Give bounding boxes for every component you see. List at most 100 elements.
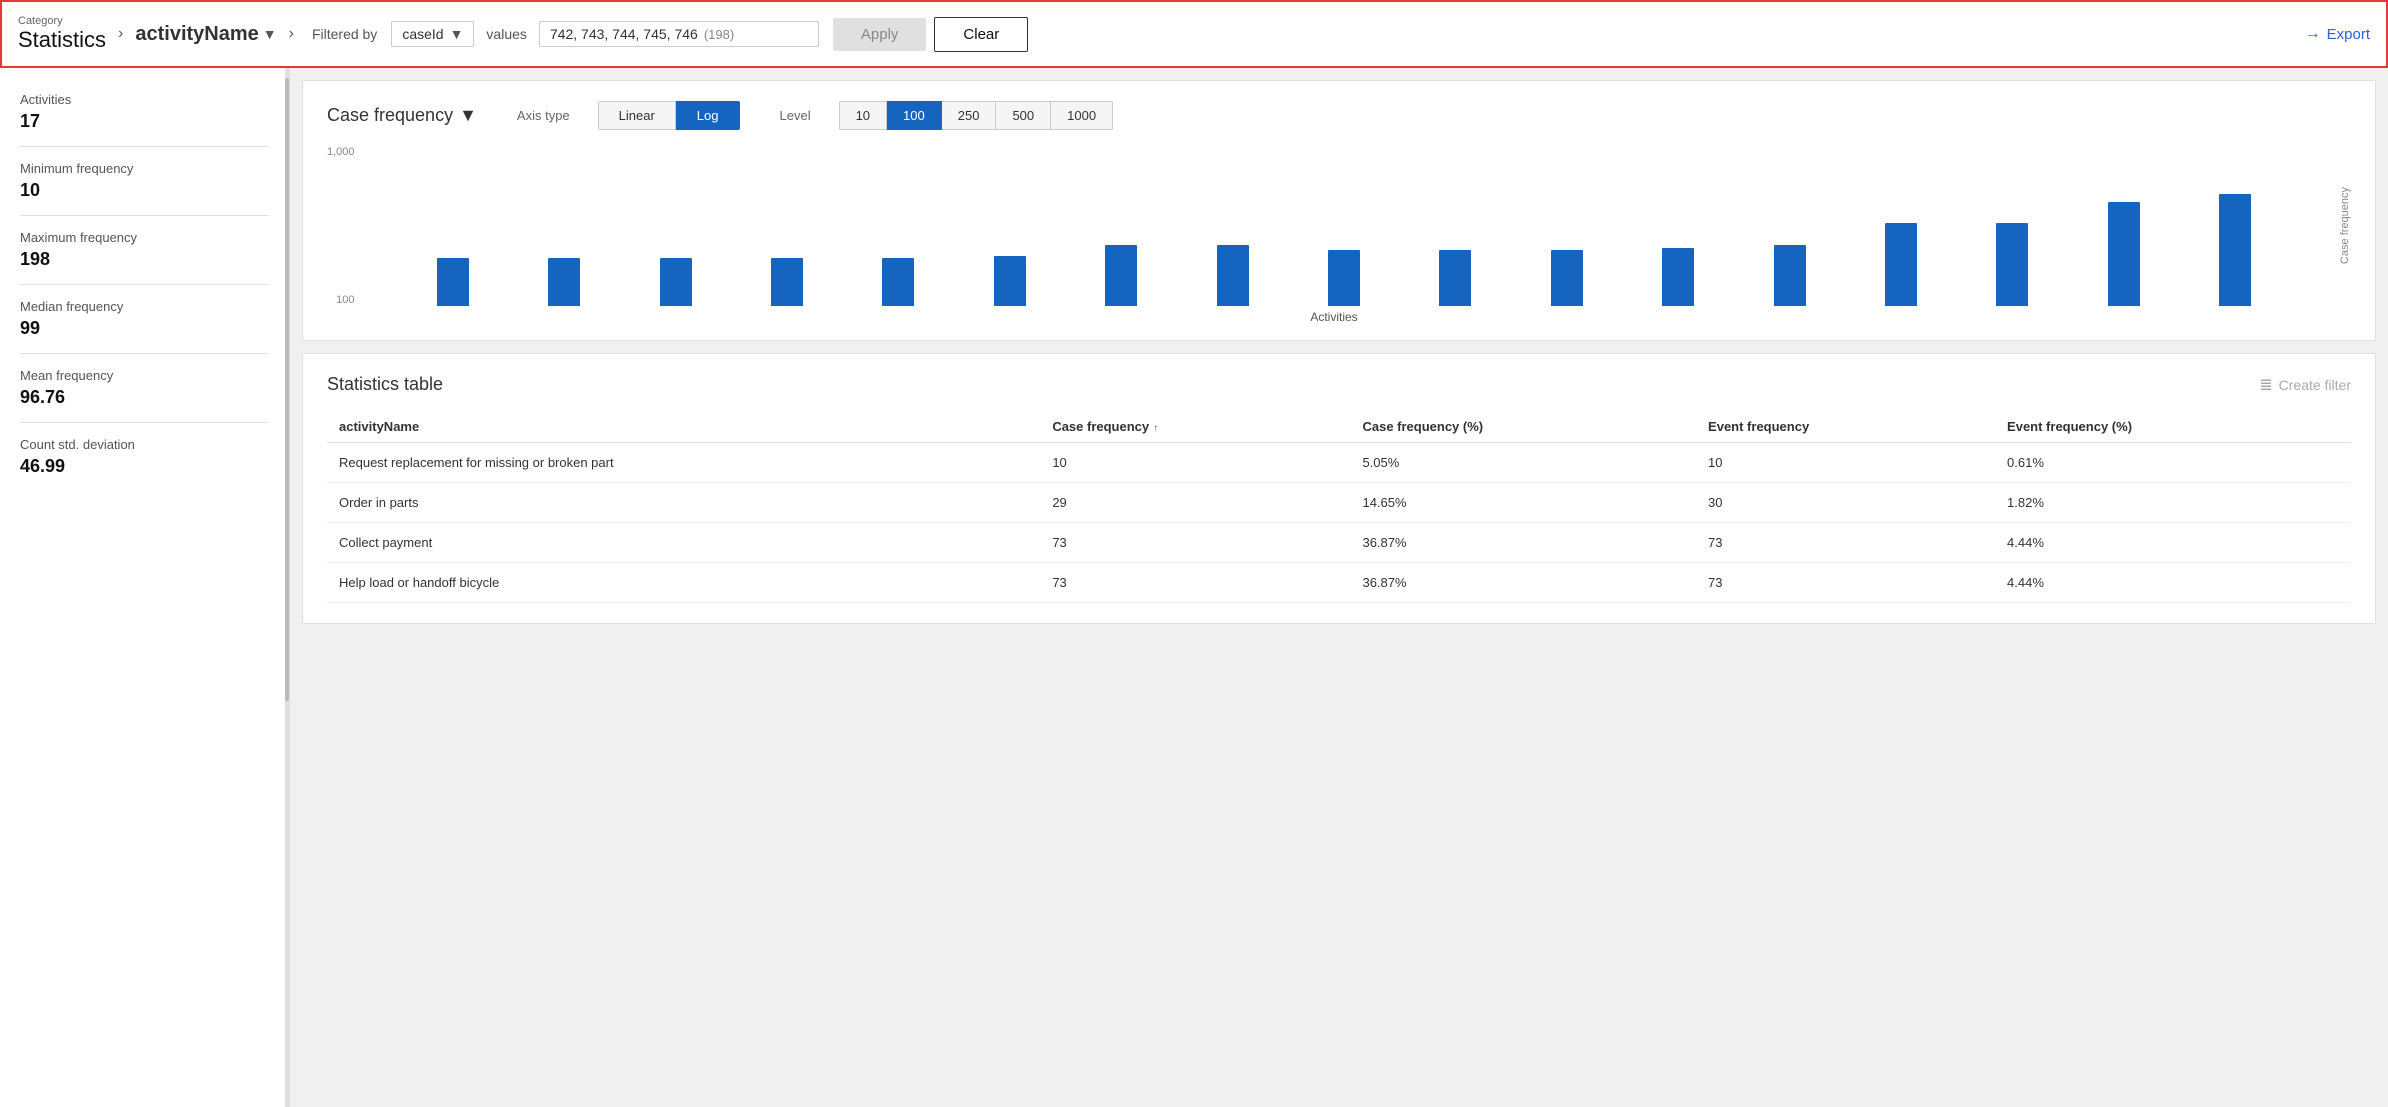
sidebar-divider-0 <box>20 146 269 147</box>
bar-wrapper-5 <box>954 146 1065 306</box>
stat-value-4: 96.76 <box>20 387 269 408</box>
table-cell-2-2: 36.87% <box>1350 523 1696 563</box>
filtered-by-label: Filtered by <box>312 26 377 42</box>
bar-1[interactable] <box>548 258 580 306</box>
bar-wrapper-4 <box>843 146 954 306</box>
table-cell-1-4: 1.82% <box>1995 483 2351 523</box>
bar-11[interactable] <box>1662 248 1694 306</box>
level-btn-1000[interactable]: 1000 <box>1051 101 1113 130</box>
stat-label-4: Mean frequency <box>20 368 269 383</box>
bar-4[interactable] <box>882 258 914 306</box>
table-row: Collect payment7336.87%734.44% <box>327 523 2351 563</box>
export-button[interactable]: → Export <box>2305 25 2370 43</box>
clear-button[interactable]: Clear <box>934 17 1028 52</box>
apply-button[interactable]: Apply <box>833 18 927 51</box>
category-value: Statistics <box>18 27 106 53</box>
bar-wrapper-1 <box>508 146 619 306</box>
bar-wrapper-10 <box>1511 146 1622 306</box>
values-count: (198) <box>704 27 734 42</box>
sidebar-stat-1: Minimum frequency 10 <box>20 161 269 201</box>
table-header-row: Statistics table ≣ Create filter <box>327 374 2351 395</box>
values-text: 742, 743, 744, 745, 746 <box>550 26 698 42</box>
sidebar-stat-2: Maximum frequency198 <box>20 230 269 270</box>
bar-9[interactable] <box>1439 250 1471 306</box>
bar-14[interactable] <box>1996 223 2028 306</box>
x-axis-label: Activities <box>1310 310 1357 324</box>
table-cell-1-1: 29 <box>1040 483 1350 523</box>
values-label: values <box>486 26 526 42</box>
bar-wrapper-12 <box>1734 146 1845 306</box>
stat-value-3: 99 <box>20 318 269 339</box>
bar-8[interactable] <box>1328 250 1360 306</box>
table-cell-2-3: 73 <box>1696 523 1995 563</box>
bar-16[interactable] <box>2219 194 2251 306</box>
bar-wrapper-9 <box>1400 146 1511 306</box>
bar-10[interactable] <box>1551 250 1583 306</box>
col-header-1[interactable]: Case frequency↑ <box>1040 411 1350 443</box>
sort-icon-1: ↑ <box>1153 423 1158 434</box>
table-cell-0-4: 0.61% <box>1995 443 2351 483</box>
breadcrumb-category: Category Statistics <box>18 15 106 53</box>
bar-2[interactable] <box>660 258 692 306</box>
export-label: Export <box>2327 26 2370 43</box>
bar-wrapper-14 <box>1957 146 2068 306</box>
col-header-0: activityName <box>327 411 1040 443</box>
values-input[interactable]: 742, 743, 744, 745, 746 (198) <box>539 21 819 47</box>
bar-wrapper-15 <box>2068 146 2179 306</box>
stat-label-1: Minimum frequency <box>20 161 269 176</box>
sidebar-stat-3: Median frequency99 <box>20 299 269 339</box>
bar-5[interactable] <box>994 256 1026 306</box>
table-row: Help load or handoff bicycle7336.87%734.… <box>327 563 2351 603</box>
table-cell-1-0: Order in parts <box>327 483 1040 523</box>
y-axis-left: 1,000 100 <box>327 146 359 306</box>
filter-field-caret: ▼ <box>450 26 464 42</box>
bar-wrapper-7 <box>1177 146 1288 306</box>
table-cell-0-0: Request replacement for missing or broke… <box>327 443 1040 483</box>
header-bar: Category Statistics › activityName ▼ › F… <box>0 0 2388 68</box>
y-label-top: 1,000 <box>327 146 355 158</box>
level-btn-250[interactable]: 250 <box>942 101 997 130</box>
filter-field-dropdown[interactable]: caseId ▼ <box>391 21 474 47</box>
bar-13[interactable] <box>1885 223 1917 306</box>
axis-type-label: Axis type <box>517 108 570 123</box>
bar-15[interactable] <box>2108 202 2140 306</box>
table-cell-0-2: 5.05% <box>1350 443 1696 483</box>
bar-3[interactable] <box>771 258 803 306</box>
table-cell-3-1: 73 <box>1040 563 1350 603</box>
bar-0[interactable] <box>437 258 469 306</box>
table-row: Request replacement for missing or broke… <box>327 443 2351 483</box>
chart-title[interactable]: Case frequency ▼ <box>327 105 477 126</box>
stat-value-1: 10 <box>20 180 269 201</box>
bar-wrapper-11 <box>1622 146 1733 306</box>
create-filter-label: Create filter <box>2279 377 2351 393</box>
bar-chart <box>367 146 2301 306</box>
chart-title-caret: ▼ <box>459 105 477 126</box>
breadcrumb-chevron-2: › <box>289 25 294 43</box>
table-cell-0-3: 10 <box>1696 443 1995 483</box>
breadcrumb-chevron-1: › <box>118 25 123 43</box>
table-cell-3-0: Help load or handoff bicycle <box>327 563 1040 603</box>
y-axis-right-label: Case frequency <box>2339 187 2351 264</box>
axis-btn-group: LinearLog <box>598 101 740 130</box>
bar-wrapper-0 <box>397 146 508 306</box>
col-header-2: Case frequency (%) <box>1350 411 1696 443</box>
axis-btn-linear[interactable]: Linear <box>598 101 676 130</box>
sidebar: Activities17Minimum frequency10Maximum f… <box>0 68 290 1107</box>
bar-wrapper-13 <box>1845 146 1956 306</box>
bar-12[interactable] <box>1774 245 1806 306</box>
create-filter-button[interactable]: ≣ Create filter <box>2259 375 2351 395</box>
bar-7[interactable] <box>1217 245 1249 306</box>
level-btn-100[interactable]: 100 <box>887 101 942 130</box>
activity-name-dropdown[interactable]: activityName ▼ <box>135 23 276 46</box>
sidebar-stat-4: Mean frequency 96.76 <box>20 368 269 408</box>
level-btn-group: 101002505001000 <box>839 101 1114 130</box>
bar-6[interactable] <box>1105 245 1137 306</box>
level-btn-10[interactable]: 10 <box>839 101 887 130</box>
table-cell-1-3: 30 <box>1696 483 1995 523</box>
col-header-3: Event frequency <box>1696 411 1995 443</box>
bar-wrapper-8 <box>1288 146 1399 306</box>
level-btn-500[interactable]: 500 <box>996 101 1051 130</box>
axis-btn-log[interactable]: Log <box>676 101 740 130</box>
y-axis-right: Case frequency <box>2339 146 2351 306</box>
table-cell-0-1: 10 <box>1040 443 1350 483</box>
